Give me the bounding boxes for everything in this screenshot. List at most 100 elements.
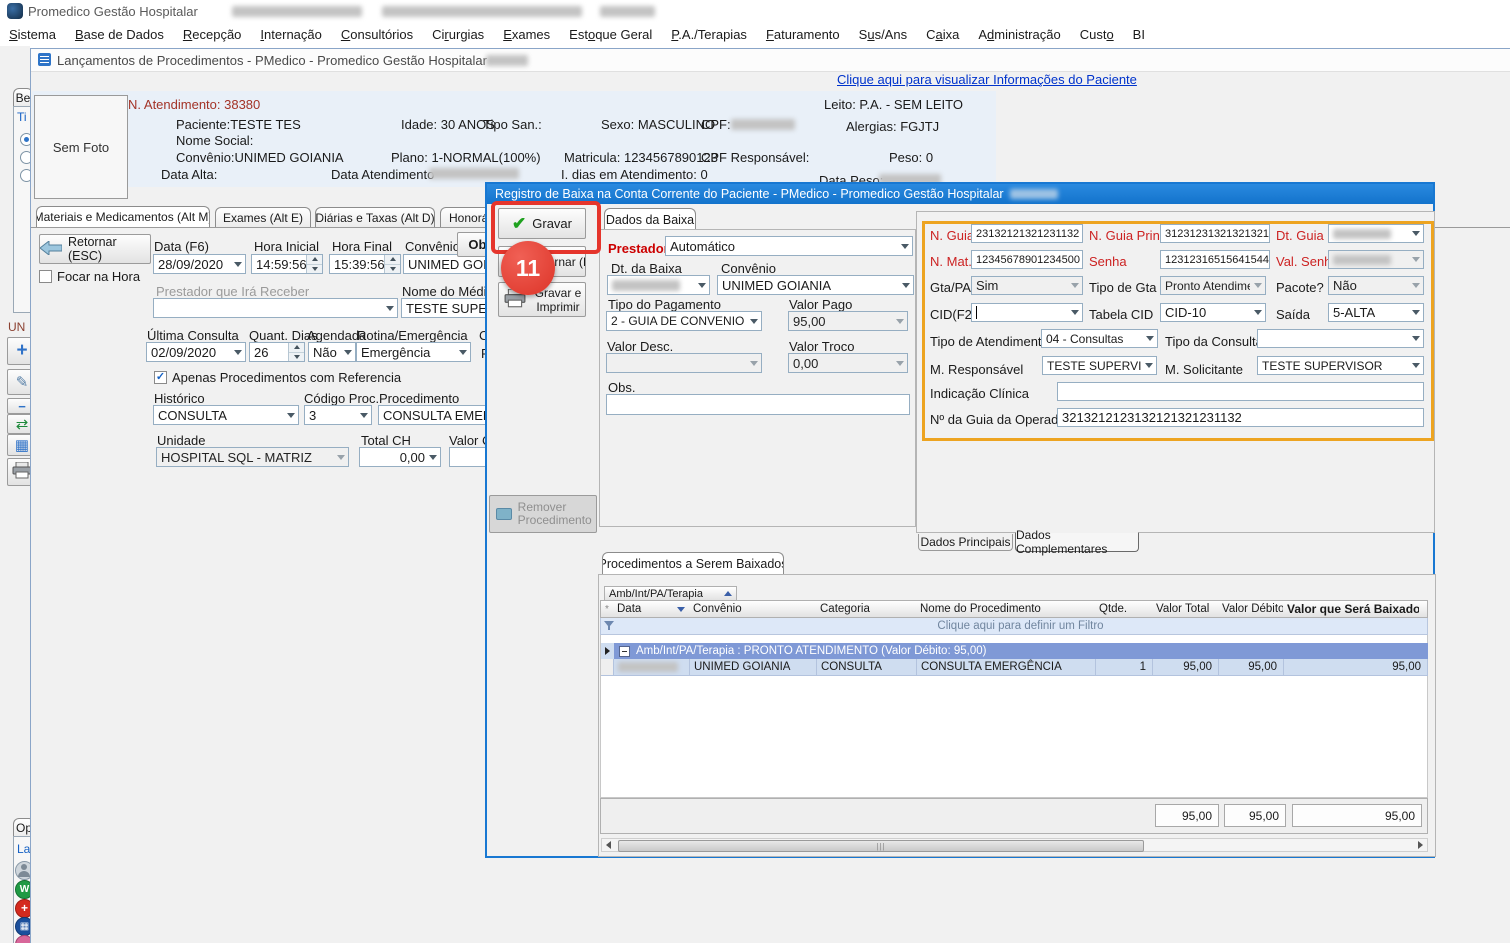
tabela-cid-field[interactable]: CID-10	[1160, 303, 1266, 322]
scroll-right-button[interactable]	[1414, 839, 1427, 851]
valor-pago-field[interactable]: 95,00	[788, 311, 908, 331]
indicacao-clinica-field[interactable]	[1057, 382, 1424, 401]
menu-cirurgias[interactable]: Cirurgias	[432, 27, 484, 42]
unidade-field[interactable]: HOSPITAL SQL - MATRIZ	[156, 447, 349, 467]
historico-field[interactable]: CONSULTA	[153, 405, 299, 425]
row-valor-debito-cell[interactable]: 95,00	[1219, 659, 1284, 676]
remover-procedimento-button[interactable]: Remover Procedimento	[489, 495, 597, 533]
tipo-consulta-field[interactable]	[1257, 329, 1424, 348]
tipo-gta-field[interactable]: Pronto Atendimento	[1160, 276, 1266, 295]
col-valor-baixado[interactable]: Valor que Será Baixado	[1283, 600, 1420, 618]
row-qtde-cell[interactable]: 1	[1096, 659, 1153, 676]
prestador-receber-field[interactable]	[153, 298, 398, 318]
tab-dados-principais[interactable]: Dados Principais	[918, 534, 1013, 551]
spin-down[interactable]	[307, 265, 322, 274]
rotina-emergencia-field[interactable]: Emergência	[356, 342, 471, 362]
scroll-thumb[interactable]: |||	[618, 840, 1144, 852]
col-convenio[interactable]: Convênio	[689, 600, 817, 618]
senha-field[interactable]: 12312316515641544	[1160, 250, 1270, 269]
dialog-convenio-field[interactable]: UNIMED GOIANIA	[717, 275, 914, 295]
menu-sus-ans[interactable]: Sus/Ans	[859, 27, 907, 42]
col-qtde[interactable]: Qtde.	[1095, 600, 1153, 618]
saida-field[interactable]: 5-ALTA	[1328, 303, 1424, 322]
menu-internacao[interactable]: Internação	[260, 27, 321, 42]
gravar-button[interactable]: ✔ Gravar	[498, 208, 586, 239]
scroll-left-button[interactable]	[602, 839, 615, 851]
cid-field[interactable]	[971, 303, 1083, 322]
background-tab-la[interactable]: La	[17, 842, 30, 856]
spin-down[interactable]	[385, 265, 400, 274]
spin-up[interactable]	[289, 343, 304, 353]
dialog-titlebar[interactable]: Registro de Baixa na Conta Corrente do P…	[487, 184, 1433, 204]
dt-guia-field[interactable]	[1328, 224, 1424, 243]
row-valor-total-cell[interactable]: 95,00	[1153, 659, 1219, 676]
menu-caixa[interactable]: Caixa	[926, 27, 959, 42]
quant-dias-field[interactable]: 26	[249, 342, 305, 362]
menu-base-de-dados[interactable]: Base de Dados	[75, 27, 164, 42]
row-convenio-cell[interactable]: UNIMED GOIANIA	[690, 659, 817, 676]
col-valor-total[interactable]: Valor Total	[1152, 600, 1219, 618]
tab-materiais[interactable]: Materiais e Medicamentos (Alt M)	[36, 206, 210, 227]
focar-checkbox-row[interactable]: Focar na Hora	[39, 269, 140, 284]
apenas-checkbox[interactable]: ✓	[154, 371, 167, 384]
data-f6-field[interactable]: 28/09/2020	[153, 254, 246, 274]
menu-administracao[interactable]: Administração	[978, 27, 1060, 42]
patient-info-link[interactable]: Clique aqui para visualizar Informações …	[837, 72, 1137, 87]
apenas-checkbox-row[interactable]: ✓ Apenas Procedimentos com Referencia	[154, 370, 401, 385]
dt-baixa-field[interactable]	[607, 275, 710, 295]
spin-up[interactable]	[385, 255, 400, 265]
hora-inicial-field[interactable]: 14:59:56	[251, 254, 323, 274]
spin-down[interactable]	[289, 353, 304, 362]
groupby-button[interactable]: Amb/Int/PA/Terapia	[604, 586, 737, 601]
retornar-button[interactable]: Retornar (ESC)	[39, 234, 151, 264]
row-data-cell[interactable]	[614, 659, 690, 676]
menu-exames[interactable]: Exames	[503, 27, 550, 42]
menu-estoque-geral[interactable]: Estoque Geral	[569, 27, 652, 42]
ultima-consulta-field[interactable]: 02/09/2020	[146, 342, 246, 362]
tab-procedimentos-baixados[interactable]: Procedimentos a Serem Baixados	[602, 552, 784, 574]
menu-sistema[interactable]: Sistema	[9, 27, 56, 42]
guia-operadora-field[interactable]: 3213212123132121321231132	[1057, 408, 1424, 427]
obs-field[interactable]	[606, 394, 910, 415]
tipo-atendimento-field[interactable]: 04 - Consultas	[1041, 329, 1158, 348]
tab-dados-da-baixa[interactable]: Dados da Baixa	[604, 208, 696, 230]
row-valor-baixado-cell[interactable]: 95,00	[1284, 659, 1428, 676]
col-categoria[interactable]: Categoria	[816, 600, 917, 618]
grid-filter-row[interactable]: Clique aqui para definir um Filtro	[600, 618, 1428, 635]
codigo-proc-field[interactable]: 3	[304, 405, 372, 425]
spin-up[interactable]	[307, 255, 322, 265]
valor-troco-field[interactable]: 0,00	[788, 353, 908, 373]
menu-recepcao[interactable]: Recepção	[183, 27, 242, 42]
menu-faturamento[interactable]: Faturamento	[766, 27, 840, 42]
m-responsavel-field[interactable]: TESTE SUPERVISOR	[1042, 356, 1157, 375]
row-nome-cell[interactable]: CONSULTA EMERGÊNCIA	[917, 659, 1096, 676]
row-categoria-cell[interactable]: CONSULTA	[817, 659, 917, 676]
n-guia-prin-field[interactable]: 31231231321321321	[1160, 224, 1270, 243]
collapse-icon[interactable]	[619, 646, 630, 657]
gta-pa-field[interactable]: Sim	[971, 276, 1083, 295]
tab-exames[interactable]: Exames (Alt E)	[215, 207, 311, 227]
col-valor-debito[interactable]: Valor Débito	[1218, 600, 1284, 618]
hora-final-field[interactable]: 15:39:56	[329, 254, 401, 274]
n-mat-field[interactable]: 12345678901234500	[971, 250, 1083, 269]
valor-desc-field[interactable]	[606, 353, 762, 373]
menu-consultorios[interactable]: Consultórios	[341, 27, 413, 42]
m-solicitante-field[interactable]: TESTE SUPERVISOR	[1257, 356, 1424, 375]
h-scrollbar[interactable]: |||	[601, 838, 1428, 852]
focar-checkbox[interactable]	[39, 270, 52, 283]
menu-pa-terapias[interactable]: P.A./Terapias	[671, 27, 747, 42]
col-data[interactable]: Data	[613, 600, 690, 618]
menu-custo[interactable]: Custo	[1080, 27, 1114, 42]
grid-group-row[interactable]: Amb/Int/PA/Terapia : PRONTO ATENDIMENTO …	[614, 643, 1428, 659]
agendada-field[interactable]: Não	[308, 342, 356, 362]
n-guia-field[interactable]: 23132121321231132	[971, 224, 1083, 243]
col-nome-procedimento[interactable]: Nome do Procedimento	[916, 600, 1096, 618]
val-senha-field[interactable]	[1328, 250, 1424, 269]
menu-bi[interactable]: BI	[1133, 27, 1145, 42]
prestador-field[interactable]: Automático	[665, 236, 913, 256]
tab-diarias[interactable]: Diárias e Taxas (Alt D)	[315, 207, 435, 227]
total-ch-field[interactable]: 0,00	[359, 447, 441, 467]
tipo-pagamento-field[interactable]: 2 - GUIA DE CONVENIO	[606, 311, 762, 331]
pacote-field[interactable]: Não	[1328, 276, 1424, 295]
background-tab-ti[interactable]: Ti	[17, 110, 27, 124]
